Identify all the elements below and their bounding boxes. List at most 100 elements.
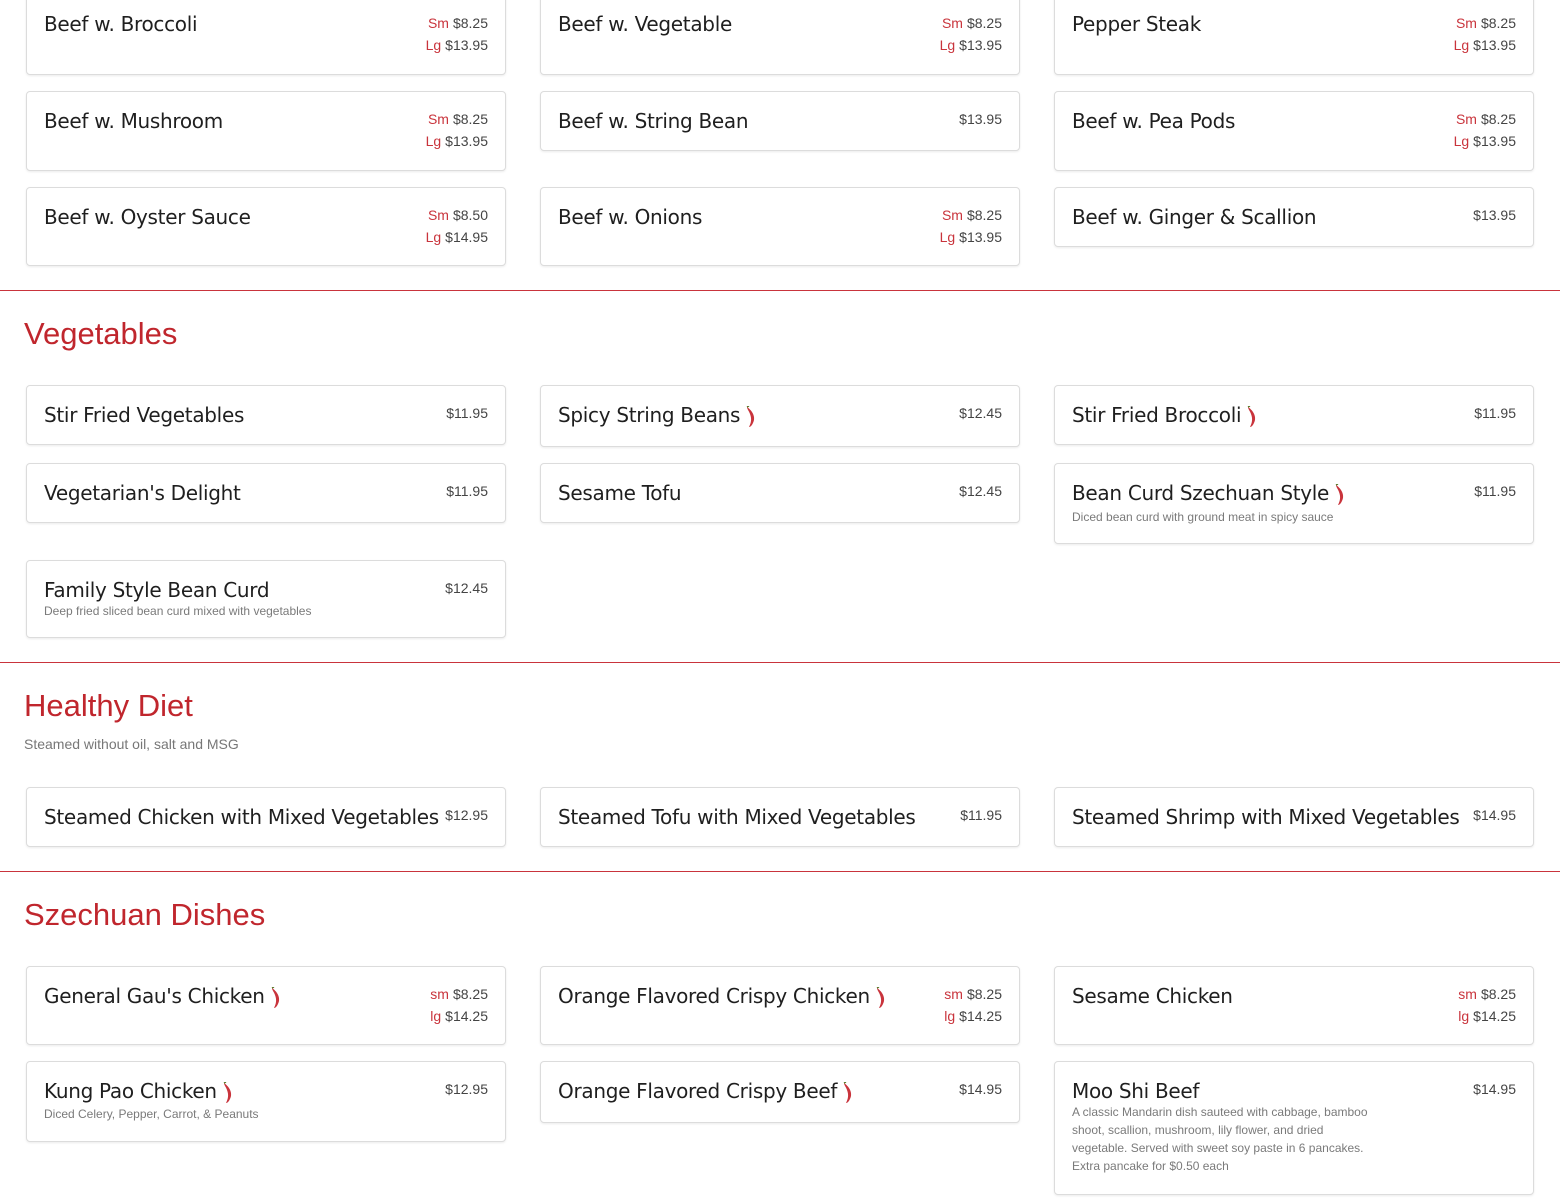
menu-item-card[interactable]: Orange Flavored Crispy Chicken sm $8.25 l… <box>540 966 1020 1045</box>
item-name: Beef w. Mushroom <box>44 109 223 133</box>
price-lg: $13.95 <box>1473 133 1516 149</box>
item-prices: $13.95 <box>959 108 1002 130</box>
price: $12.95 <box>445 1081 488 1097</box>
price: $12.45 <box>445 580 488 596</box>
size-lg-label: lg <box>430 1008 442 1024</box>
price: $11.95 <box>960 807 1002 823</box>
item-name: Sesame Chicken <box>1072 984 1233 1008</box>
menu-item-card[interactable]: Orange Flavored Crispy Beef $14.95 <box>540 1061 1020 1123</box>
menu-item-card[interactable]: Beef w. String Bean $13.95 <box>540 91 1020 151</box>
price: $14.95 <box>1473 807 1516 823</box>
menu-item-card[interactable]: Steamed Tofu with Mixed Vegetables $11.9… <box>540 787 1020 847</box>
menu-item-card[interactable]: Beef w. Ginger & Scallion $13.95 <box>1054 187 1534 247</box>
size-sm-label: Sm <box>427 15 449 31</box>
size-sm-label: Sm <box>941 15 963 31</box>
price-lg: $13.95 <box>959 37 1002 53</box>
chili-pepper-icon <box>746 406 755 427</box>
size-sm-label: Sm <box>427 111 449 127</box>
item-name: Vegetarian's Delight <box>44 481 241 505</box>
item-prices: $12.45 <box>445 577 488 599</box>
item-prices: Sm $8.25 Lg $13.95 <box>426 108 488 152</box>
item-name: Beef w. Onions <box>558 205 703 229</box>
menu-item-card[interactable]: Bean Curd Szechuan Style Diced bean curd… <box>1054 463 1534 544</box>
item-prices: $11.95 <box>446 480 488 502</box>
price: $11.95 <box>446 483 488 499</box>
size-sm-label: Sm <box>1455 111 1477 127</box>
item-prices: $11.95 <box>1474 480 1516 502</box>
item-name: Orange Flavored Crispy Beef <box>558 1079 855 1104</box>
price: $14.95 <box>1473 1081 1516 1097</box>
item-name: Stir Fried Broccoli <box>1072 403 1259 428</box>
size-lg-label: Lg <box>1453 37 1470 53</box>
price: $11.95 <box>446 405 488 421</box>
item-description: Deep fried sliced bean curd mixed with v… <box>44 604 312 618</box>
menu-item-card[interactable]: Steamed Shrimp with Mixed Vegetables $14… <box>1054 787 1534 847</box>
item-name-text: Stir Fried Broccoli <box>1072 403 1242 427</box>
item-name: Steamed Tofu with Mixed Vegetables <box>558 805 916 829</box>
menu-item-card[interactable]: Steamed Chicken with Mixed Vegetables $1… <box>26 787 506 847</box>
price-lg: $14.25 <box>1473 1008 1516 1024</box>
price: $12.45 <box>959 483 1002 499</box>
item-name: Bean Curd Szechuan Style <box>1072 481 1347 506</box>
menu-item-card[interactable]: Sesame Chicken sm $8.25 lg $14.25 <box>1054 966 1534 1045</box>
item-name-text: Bean Curd Szechuan Style <box>1072 481 1330 505</box>
price: $12.45 <box>959 405 1002 421</box>
item-name: Pepper Steak <box>1072 12 1202 36</box>
item-name: Family Style Bean Curd <box>44 578 270 602</box>
menu-item-card[interactable]: Beef w. Vegetable Sm $8.25 Lg $13.95 <box>540 0 1020 75</box>
section-title-szechuan-dishes: Szechuan Dishes <box>24 897 266 932</box>
item-description: A classic Mandarin dish sauteed with cab… <box>1072 1105 1368 1173</box>
menu-item-card[interactable]: Vegetarian's Delight $11.95 <box>26 463 506 523</box>
menu-item-card[interactable]: Sesame Tofu $12.45 <box>540 463 1020 523</box>
item-prices: $14.95 <box>1473 1078 1516 1100</box>
price-sm: $8.25 <box>966 15 1002 31</box>
menu-item-card[interactable]: General Gau's Chicken sm $8.25 lg $14.25 <box>26 966 506 1045</box>
item-name: Orange Flavored Crispy Chicken <box>558 984 888 1009</box>
menu-item-card[interactable]: Spicy String Beans $12.45 <box>540 385 1020 447</box>
size-lg-label: Lg <box>425 37 442 53</box>
menu-item-card[interactable]: Stir Fried Broccoli $11.95 <box>1054 385 1534 445</box>
size-lg-label: Lg <box>1453 133 1470 149</box>
menu-item-card[interactable]: Kung Pao Chicken Diced Celery, Pepper, C… <box>26 1061 506 1142</box>
price-lg: $14.95 <box>445 229 488 245</box>
item-name: General Gau's Chicken <box>44 984 283 1009</box>
item-name-text: General Gau's Chicken <box>44 984 265 1008</box>
item-name: Moo Shi Beef <box>1072 1079 1200 1103</box>
item-prices: sm $8.25 lg $14.25 <box>1458 983 1516 1027</box>
size-lg-label: Lg <box>939 37 956 53</box>
item-name: Beef w. Pea Pods <box>1072 109 1236 133</box>
price-sm: $8.25 <box>452 111 488 127</box>
menu-item-card[interactable]: Pepper Steak Sm $8.25 Lg $13.95 <box>1054 0 1534 75</box>
item-name-text: Kung Pao Chicken <box>44 1079 217 1103</box>
item-prices: Sm $8.25 Lg $13.95 <box>1454 12 1516 56</box>
price: $13.95 <box>959 111 1002 127</box>
menu-item-card[interactable]: Beef w. Broccoli Sm $8.25 Lg $13.95 <box>26 0 506 75</box>
item-name: Spicy String Beans <box>558 403 758 428</box>
item-prices: $14.95 <box>959 1078 1002 1100</box>
section-title-healthy-diet: Healthy Diet <box>24 688 193 723</box>
menu-item-card[interactable]: Family Style Bean Curd Deep fried sliced… <box>26 560 506 638</box>
menu-item-card[interactable]: Beef w. Onions Sm $8.25 Lg $13.95 <box>540 187 1020 266</box>
item-prices: $11.95 <box>1474 402 1516 424</box>
chili-pepper-icon <box>223 1082 231 1103</box>
size-lg-label: lg <box>1458 1008 1470 1024</box>
size-sm-label: Sm <box>941 207 963 223</box>
menu-item-card[interactable]: Beef w. Pea Pods Sm $8.25 Lg $13.95 <box>1054 91 1534 171</box>
item-prices: $13.95 <box>1473 204 1516 226</box>
menu-item-card[interactable]: Moo Shi Beef A classic Mandarin dish sau… <box>1054 1061 1534 1195</box>
item-prices: Sm $8.25 Lg $13.95 <box>426 12 488 56</box>
price-lg: $13.95 <box>1473 37 1516 53</box>
chili-pepper-icon <box>843 1082 852 1103</box>
menu-item-card[interactable]: Beef w. Oyster Sauce Sm $8.50 Lg $14.95 <box>26 187 506 266</box>
chili-pepper-icon <box>271 987 279 1008</box>
menu-item-card[interactable]: Stir Fried Vegetables $11.95 <box>26 385 506 445</box>
price: $14.95 <box>959 1081 1002 1097</box>
chili-pepper-icon <box>1247 406 1256 427</box>
price-sm: $8.25 <box>1480 111 1516 127</box>
item-name: Beef w. Oyster Sauce <box>44 205 251 229</box>
item-prices: $14.95 <box>1473 804 1516 826</box>
size-sm-label: sm <box>430 986 449 1002</box>
item-name-text: Orange Flavored Crispy Beef <box>558 1079 838 1103</box>
menu-item-card[interactable]: Beef w. Mushroom Sm $8.25 Lg $13.95 <box>26 91 506 171</box>
chili-pepper-icon <box>1335 484 1344 505</box>
